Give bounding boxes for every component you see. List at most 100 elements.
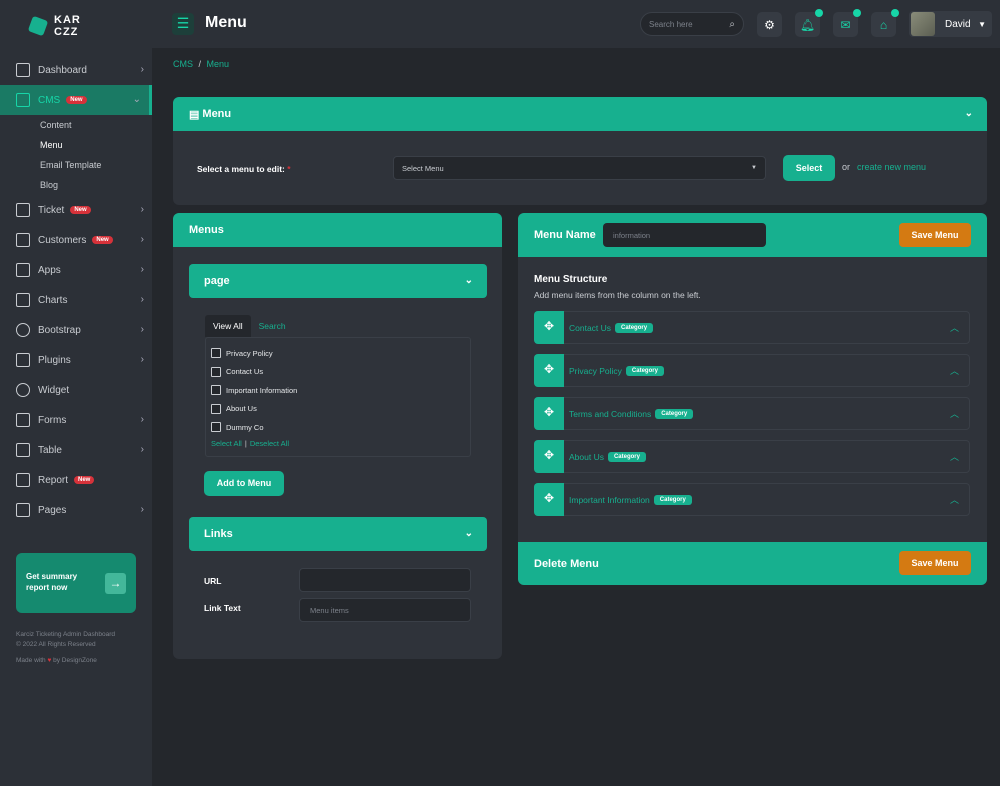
sidebar-item-widget[interactable]: Widget <box>0 375 152 405</box>
save-menu-button[interactable]: Save Menu <box>899 551 971 575</box>
drag-move-icon[interactable]: ✥ <box>534 483 564 516</box>
chat-icon: ✉ <box>840 17 851 32</box>
sidebar-item-dashboard[interactable]: Dashboard › <box>0 55 152 85</box>
link-text-field[interactable]: Menu items <box>299 598 471 622</box>
page-accordion[interactable]: page ⌄ <box>189 264 487 298</box>
menu-structure-item[interactable]: ✥ About Us Category ︿ <box>534 440 970 473</box>
deselect-all-link[interactable]: Deselect All <box>250 439 289 448</box>
menu-name-input[interactable]: information <box>603 223 766 247</box>
checkbox[interactable] <box>211 385 221 396</box>
add-to-menu-button[interactable]: Add to Menu <box>204 471 284 496</box>
sidebar-item-label: Widget <box>38 384 70 396</box>
list-item[interactable]: About Us <box>211 400 465 419</box>
avatar <box>911 12 935 36</box>
sidebar-item-pages[interactable]: Pages › <box>0 495 152 525</box>
select-button[interactable]: Select <box>783 155 835 181</box>
menu-select-dropdown[interactable]: Select Menu ▼ <box>393 156 766 180</box>
submenu-item-blog[interactable]: Blog <box>40 175 152 195</box>
chevron-right-icon: › <box>140 234 144 245</box>
chevron-right-icon: › <box>140 324 144 335</box>
checkbox[interactable] <box>211 366 221 377</box>
chevron-down-icon[interactable]: ⌄ <box>965 108 973 119</box>
messages-button[interactable]: ✉ <box>833 9 861 37</box>
url-field[interactable] <box>299 568 471 592</box>
footer-made-with: Made with ♥ by DesignZone <box>16 657 97 664</box>
chevron-up-icon[interactable]: ︿ <box>950 364 959 377</box>
chart-bars-icon <box>16 93 30 107</box>
sidebar-item-label: Bootstrap <box>38 324 81 336</box>
top-bar: ☰ Menu ⌕ ⚙ 🔔︎ ✉ ⌂ David ▼ <box>152 0 1000 48</box>
sidebar-item-report[interactable]: Report New <box>0 465 152 495</box>
list-item[interactable]: Dummy Co <box>211 418 465 437</box>
delete-menu-link[interactable]: Delete Menu <box>534 558 599 570</box>
menu-structure-item[interactable]: ✥ Contact Us Category ︿ <box>534 311 970 344</box>
sidebar-item-apps[interactable]: Apps › <box>0 255 152 285</box>
sidebar-item-label: Dashboard <box>38 64 87 76</box>
arrow-right-icon[interactable]: → <box>105 573 126 594</box>
menu-structure-item[interactable]: ✥ Privacy Policy Category ︿ <box>534 354 970 387</box>
list-item[interactable]: Privacy Policy <box>211 344 465 363</box>
chevron-right-icon: › <box>140 354 144 365</box>
list-item[interactable]: Important Information <box>211 381 465 400</box>
summary-report-promo[interactable]: Get summary report now → <box>16 553 136 613</box>
chevron-down-icon: ⌄ <box>464 275 473 286</box>
brand-logo[interactable]: KAR CZZ <box>27 12 84 40</box>
notification-dot <box>891 9 899 17</box>
submenu-item-menu[interactable]: Menu <box>40 135 152 155</box>
sidebar-item-customers[interactable]: Customers New › <box>0 225 152 255</box>
pages-icon <box>16 503 30 517</box>
sidebar-item-bootstrap[interactable]: Bootstrap › <box>0 315 152 345</box>
sidebar-item-ticket[interactable]: Ticket New › <box>0 195 152 225</box>
sidebar-item-charts[interactable]: Charts › <box>0 285 152 315</box>
tab-view-all[interactable]: View All <box>205 315 251 337</box>
search-input[interactable] <box>649 19 719 29</box>
list-item[interactable]: Contact Us <box>211 363 465 382</box>
hamburger-menu-icon[interactable]: ☰ <box>172 13 194 35</box>
new-badge: New <box>70 206 91 214</box>
chevron-up-icon[interactable]: ︿ <box>950 450 959 463</box>
form-icon <box>16 413 30 427</box>
create-new-menu-link[interactable]: create new menu <box>857 162 926 172</box>
menu-structure-item[interactable]: ✥ Important Information Category ︿ <box>534 483 970 516</box>
sidebar-item-forms[interactable]: Forms › <box>0 405 152 435</box>
checkbox[interactable] <box>211 422 221 433</box>
notifications-button[interactable]: 🔔︎ <box>795 9 823 37</box>
drag-move-icon[interactable]: ✥ <box>534 311 564 344</box>
chevron-right-icon: › <box>140 444 144 455</box>
checkbox[interactable] <box>211 403 221 414</box>
select-all-link[interactable]: Select All <box>211 439 242 448</box>
footer-copyright: © 2022 All Rights Reserved <box>16 641 96 648</box>
gifts-button[interactable]: ⌂ <box>871 9 899 37</box>
chevron-up-icon[interactable]: ︿ <box>950 493 959 506</box>
submenu-item-email-template[interactable]: Email Template <box>40 155 152 175</box>
notification-dot <box>853 9 861 17</box>
submenu-item-content[interactable]: Content <box>40 115 152 135</box>
search-icon[interactable]: ⌕ <box>729 19 735 30</box>
drag-move-icon[interactable]: ✥ <box>534 440 564 473</box>
save-menu-button[interactable]: Save Menu <box>899 223 971 247</box>
search-box[interactable]: ⌕ <box>640 12 744 36</box>
sidebar-item-cms[interactable]: CMS New ⌄ <box>0 85 152 115</box>
drag-move-icon[interactable]: ✥ <box>534 397 564 430</box>
links-accordion[interactable]: Links ⌄ <box>189 517 487 551</box>
drag-move-icon[interactable]: ✥ <box>534 354 564 387</box>
chevron-up-icon[interactable]: ︿ <box>950 321 959 334</box>
checkbox[interactable] <box>211 348 221 359</box>
sidebar-item-label: CMS <box>38 94 61 106</box>
ticket-icon <box>16 203 30 217</box>
select-controls: Select All | Deselect All <box>211 438 289 448</box>
sidebar-item-plugins[interactable]: Plugins › <box>0 345 152 375</box>
or-text: or <box>842 162 851 172</box>
page-checkbox-list: Privacy Policy Contact Us Important Info… <box>205 337 471 457</box>
settings-button[interactable]: ⚙ <box>757 12 782 37</box>
breadcrumb-menu[interactable]: Menu <box>207 59 230 69</box>
user-menu[interactable]: David ▼ <box>909 11 992 37</box>
breadcrumb-cms[interactable]: CMS <box>173 59 193 69</box>
menu-structure-item[interactable]: ✥ Terms and Conditions Category ︿ <box>534 397 970 430</box>
globe-icon <box>16 323 30 337</box>
sidebar-item-table[interactable]: Table › <box>0 435 152 465</box>
menu-card-header[interactable]: ▤ Menu ⌄ <box>173 97 987 131</box>
chevron-up-icon[interactable]: ︿ <box>950 407 959 420</box>
category-badge: Category <box>607 451 646 462</box>
tab-search[interactable]: Search <box>251 315 294 337</box>
